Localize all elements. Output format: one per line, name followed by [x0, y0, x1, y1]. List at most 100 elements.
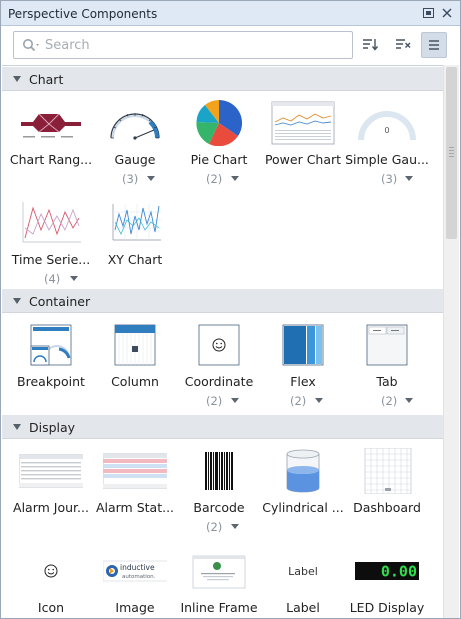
component-item-image[interactable]: inductive automation. Image	[93, 541, 177, 618]
component-label: Breakpoint	[17, 374, 85, 389]
collapse-triangle-icon[interactable]	[13, 298, 21, 304]
collapse-triangle-icon[interactable]	[13, 76, 21, 82]
close-icon[interactable]	[441, 7, 453, 19]
component-item-inline-frame[interactable]: Inline Frame	[177, 541, 261, 618]
time-series-thumbnail	[22, 202, 81, 243]
label-preview-text: Label	[288, 565, 318, 578]
component-label: XY Chart	[107, 252, 163, 267]
component-item-icon[interactable]: Icon	[9, 541, 93, 618]
component-label: Image	[115, 600, 155, 615]
section-header-chart[interactable]: Chart	[2, 67, 443, 91]
panel-title: Perspective Components	[8, 7, 158, 21]
image-thumbnail: inductive automation.	[103, 560, 167, 582]
dashboard-thumbnail	[364, 448, 412, 494]
smiley-icon	[44, 564, 58, 578]
component-label: Cylindrical ...	[262, 500, 344, 515]
label-thumbnail: Label	[288, 565, 318, 578]
variants-dropdown-icon[interactable]	[231, 398, 239, 403]
inline-frame-thumbnail	[192, 555, 246, 589]
component-label: Power Chart	[264, 152, 342, 167]
variants-dropdown-icon[interactable]	[147, 176, 155, 181]
chart-range-thumbnail	[21, 113, 81, 138]
component-label: Dashboard	[353, 500, 421, 515]
variant-count: (3)	[381, 172, 398, 186]
component-item-chart-range[interactable]: Chart Rang...	[9, 93, 93, 187]
component-label: Tab	[376, 374, 398, 389]
variant-count: (2)	[206, 172, 223, 186]
variant-count: (3)	[122, 172, 139, 186]
alarm-status-thumbnail	[103, 453, 167, 489]
component-label: Simple Gau...	[345, 152, 429, 167]
component-label: Chart Rang...	[9, 152, 93, 167]
simple-gauge-thumbnail: 0	[358, 111, 416, 141]
search-input[interactable]	[45, 36, 345, 54]
sort-ascending-button[interactable]	[357, 32, 383, 58]
alarm-journal-thumbnail	[19, 454, 83, 488]
column-container-thumbnail	[114, 324, 156, 366]
panel-titlebar: Perspective Components	[1, 1, 460, 26]
list-view-button[interactable]	[421, 32, 447, 58]
component-label: Gauge	[114, 152, 156, 167]
float-panel-icon[interactable]	[423, 7, 435, 19]
component-item-led-display[interactable]: 0.00 LED Display	[345, 541, 429, 618]
led-display-thumbnail: 0.00	[355, 562, 419, 581]
cylindrical-tank-thumbnail	[286, 449, 320, 493]
led-value-text: 0.00	[381, 563, 417, 581]
component-item-column[interactable]: Column	[93, 315, 177, 409]
breakpoint-container-thumbnail	[30, 324, 72, 366]
variants-dropdown-icon[interactable]	[231, 176, 239, 181]
component-label: Coordinate	[184, 374, 254, 389]
component-item-simple-gauge[interactable]: 0 Simple Gau... (3)	[345, 93, 429, 187]
variants-dropdown-icon[interactable]	[405, 398, 413, 403]
variants-dropdown-icon[interactable]	[315, 398, 323, 403]
sort-descending-button[interactable]	[390, 32, 416, 58]
component-item-pie-chart[interactable]: Pie Chart (2)	[177, 93, 261, 187]
component-item-alarm-status[interactable]: Alarm Stat...	[93, 441, 177, 535]
variants-dropdown-icon[interactable]	[231, 524, 239, 529]
collapse-triangle-icon[interactable]	[13, 424, 21, 430]
component-label: Pie Chart	[190, 152, 248, 167]
component-label: Time Serie...	[11, 252, 91, 267]
svg-text:automation.: automation.	[122, 574, 156, 580]
section-label: Chart	[29, 72, 64, 87]
search-icon	[22, 38, 42, 54]
component-item-breakpoint[interactable]: Breakpoint	[9, 315, 93, 409]
component-item-power-chart[interactable]: Power Chart	[261, 93, 345, 187]
component-item-coordinate[interactable]: Coordinate (2)	[177, 315, 261, 409]
xy-chart-thumbnail	[112, 204, 161, 241]
component-item-cylindrical-tank[interactable]: Cylindrical ...	[261, 441, 345, 535]
component-label: Column	[111, 374, 159, 389]
variants-dropdown-icon[interactable]	[70, 276, 78, 281]
component-item-alarm-journal[interactable]: Alarm Jour...	[9, 441, 93, 535]
component-label: Inline Frame	[180, 600, 258, 615]
section-label: Container	[29, 294, 91, 309]
variant-count: (2)	[381, 394, 398, 408]
gauge-thumbnail	[110, 113, 160, 140]
flex-container-thumbnail	[282, 324, 324, 366]
tab-container-thumbnail	[366, 324, 408, 366]
component-label: LED Display	[349, 600, 425, 615]
barcode-thumbnail	[205, 452, 233, 490]
component-item-label[interactable]: Label Label	[261, 541, 345, 618]
component-item-barcode[interactable]: Barcode (2)	[177, 441, 261, 535]
component-item-time-series[interactable]: Time Serie... (4)	[9, 193, 93, 287]
power-chart-thumbnail	[271, 101, 335, 145]
section-label: Display	[29, 420, 76, 435]
component-item-gauge[interactable]: Gauge (3)	[93, 93, 177, 187]
vertical-scrollbar[interactable]	[443, 65, 459, 618]
section-header-container[interactable]: Container	[2, 289, 443, 313]
component-label: Icon	[37, 600, 65, 615]
component-item-xy-chart[interactable]: XY Chart	[93, 193, 177, 287]
variants-dropdown-icon[interactable]	[405, 176, 413, 181]
component-item-flex[interactable]: Flex (2)	[261, 315, 345, 409]
scrollbar-thumb[interactable]	[446, 67, 457, 239]
component-item-tab[interactable]: Tab (2)	[345, 315, 429, 409]
component-item-dashboard[interactable]: Dashboard	[345, 441, 429, 535]
variant-count: (2)	[206, 520, 223, 534]
search-box[interactable]	[13, 31, 353, 59]
coordinate-container-thumbnail	[198, 324, 240, 366]
gauge-value-text: 0	[384, 126, 389, 135]
component-label: Alarm Stat...	[95, 500, 175, 515]
section-header-display[interactable]: Display	[2, 415, 443, 439]
component-palette: Chart Chart Rang... Gauge (3) Pie Chart …	[2, 65, 443, 618]
